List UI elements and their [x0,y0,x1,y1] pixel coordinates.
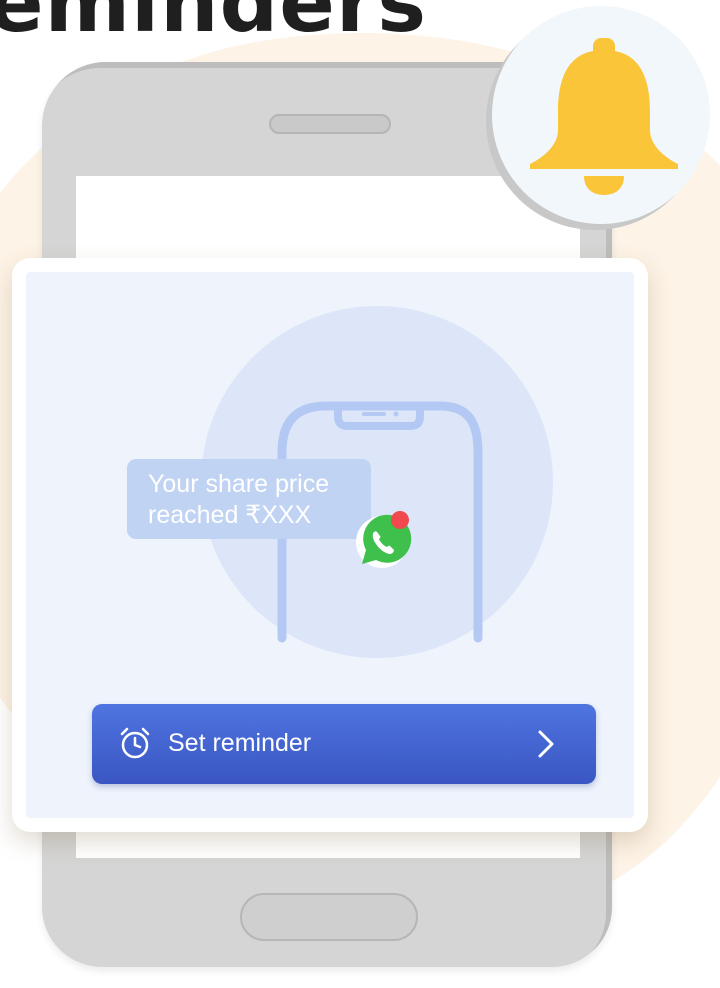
bell-icon [530,38,678,195]
card-illustration-area: Your share price reached ₹XXX Set remind… [26,272,634,818]
chevron-right-icon [538,730,554,758]
phone-speaker [269,114,391,134]
whatsapp-icon [356,511,412,568]
page-heading: eminders [0,0,428,51]
notification-bubble: Your share price reached ₹XXX [127,459,371,539]
set-reminder-button[interactable]: Set reminder [92,704,596,784]
phone-home-button [240,893,418,941]
notification-line-2: reached ₹XXX [148,501,312,529]
set-reminder-label: Set reminder [168,729,312,757]
alarm-clock-icon [120,727,150,759]
bell-badge [492,6,710,224]
notification-line-1: Your share price [148,470,330,498]
reminder-card: Your share price reached ₹XXX Set remind… [12,258,648,832]
